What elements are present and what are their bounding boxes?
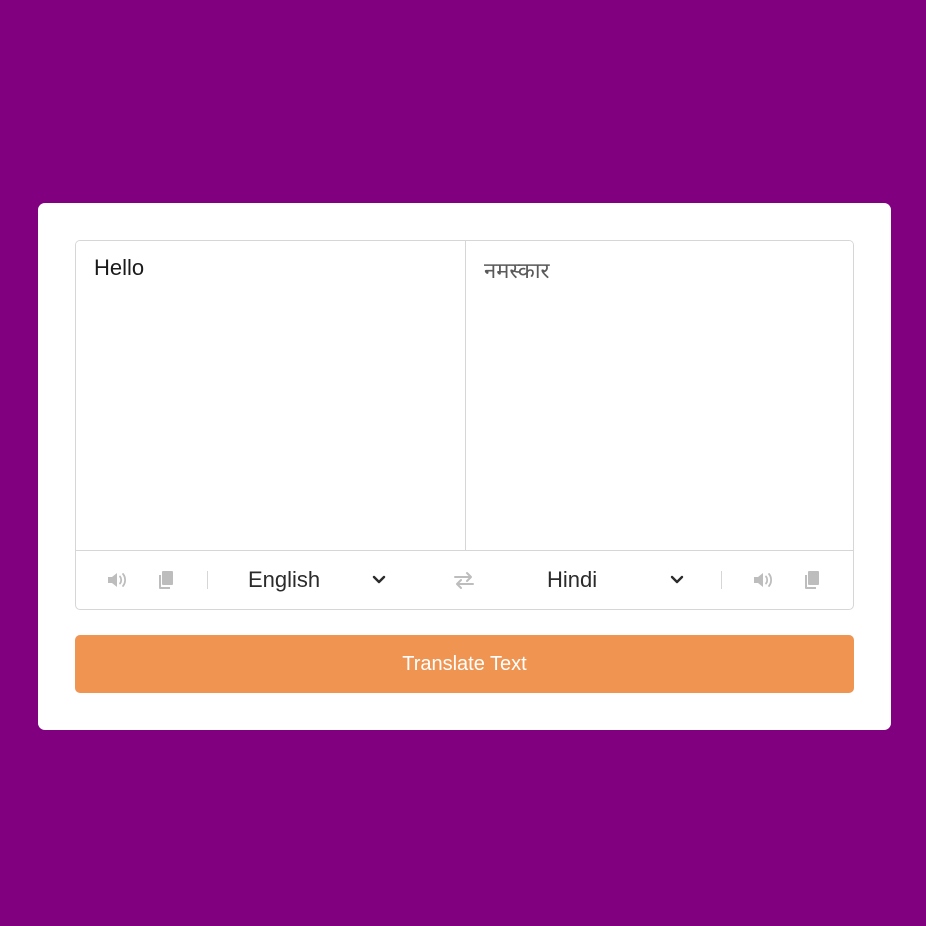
chevron-down-icon [670,575,684,585]
divider [721,571,722,589]
controls-bar: English Hindi [76,551,853,609]
target-divider-wrap [721,551,722,609]
source-language-select[interactable]: English [248,566,388,594]
target-language-select[interactable]: Hindi [547,566,687,594]
translator-card: Hello नमस्कार English Hindi Translate Te… [38,203,891,730]
source-language-label: English [248,567,321,592]
volume-icon[interactable] [107,569,129,591]
volume-icon[interactable] [753,569,775,591]
target-icons [753,551,775,609]
text-input-row: Hello नमस्कार [76,241,853,551]
source-text-input[interactable]: Hello [76,241,466,550]
copy-icon[interactable] [801,569,823,591]
translate-button[interactable]: Translate Text [75,635,854,693]
source-divider-wrap [207,551,208,609]
source-copy [155,551,177,609]
translator-wrapper: Hello नमस्कार English Hindi [75,240,854,610]
exchange-icon[interactable] [453,569,475,591]
target-copy [801,551,823,609]
chevron-down-icon [372,575,386,585]
target-language-label: Hindi [547,567,598,592]
translated-text-output[interactable]: नमस्कार [466,241,853,550]
source-icons [107,551,129,609]
swap-wrap [453,551,475,609]
copy-icon[interactable] [155,569,177,591]
divider [207,571,208,589]
